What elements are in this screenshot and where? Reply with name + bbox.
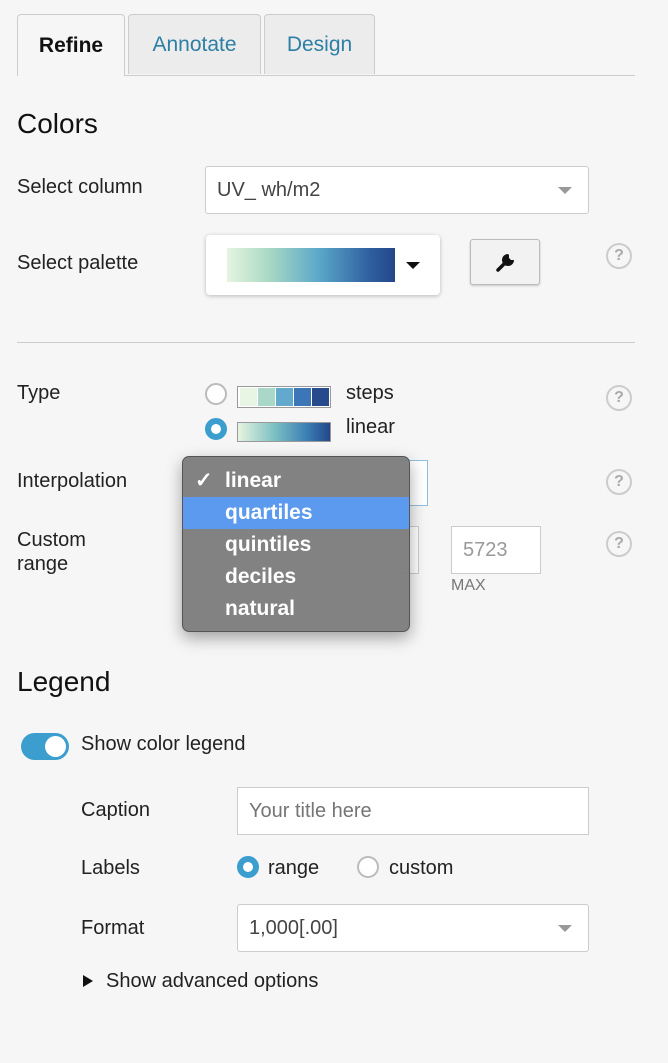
legend-heading: Legend bbox=[17, 666, 111, 697]
disclosure-triangle-icon[interactable] bbox=[83, 975, 93, 987]
select-palette-label: Select palette bbox=[17, 252, 139, 274]
menu-item-label: quintiles bbox=[225, 533, 312, 556]
labels-label: Labels bbox=[81, 857, 140, 879]
help-symbol: ? bbox=[614, 473, 624, 490]
palette-caret-icon bbox=[406, 262, 420, 269]
menu-item-quartiles[interactable]: quartiles bbox=[183, 497, 409, 529]
menu-item-label: linear bbox=[225, 469, 282, 492]
interpolation-dropdown-menu: ✓ linear quartiles quintiles deciles nat… bbox=[182, 456, 410, 632]
type-help-icon[interactable]: ? bbox=[606, 385, 632, 411]
palette-help-icon[interactable]: ? bbox=[606, 243, 632, 269]
caption-label: Caption bbox=[81, 799, 150, 821]
chevron-down-icon bbox=[558, 187, 572, 194]
colors-heading: Colors bbox=[17, 108, 98, 139]
max-label: MAX bbox=[451, 577, 486, 594]
tab-refine-label: Refine bbox=[38, 33, 104, 57]
menu-item-label: quartiles bbox=[225, 501, 313, 524]
menu-item-quintiles[interactable]: quintiles bbox=[183, 529, 409, 561]
help-symbol: ? bbox=[614, 247, 624, 264]
help-symbol: ? bbox=[614, 535, 624, 552]
type-linear-radio[interactable] bbox=[205, 418, 227, 440]
type-label: Type bbox=[17, 382, 61, 404]
tab-design-label: Design bbox=[286, 32, 353, 56]
select-column-label: Select column bbox=[17, 176, 143, 198]
interpolation-help-icon[interactable]: ? bbox=[606, 469, 632, 495]
labels-custom-radio[interactable] bbox=[357, 856, 379, 878]
toggle-knob bbox=[45, 736, 66, 757]
tab-design[interactable]: Design bbox=[264, 14, 375, 74]
palette-gradient-preview bbox=[227, 248, 395, 282]
show-legend-label: Show color legend bbox=[81, 733, 246, 755]
tab-refine[interactable]: Refine bbox=[17, 14, 125, 76]
tab-annotate[interactable]: Annotate bbox=[128, 14, 261, 74]
type-linear-label: linear bbox=[346, 416, 395, 438]
steps-swatch bbox=[312, 388, 329, 406]
checkmark-icon: ✓ bbox=[195, 469, 213, 492]
custom-range-help-icon[interactable]: ? bbox=[606, 531, 632, 557]
tab-bar: Refine Annotate Design bbox=[17, 14, 635, 76]
custom-range-label-line2: range bbox=[17, 553, 69, 575]
steps-swatch bbox=[258, 388, 275, 406]
select-column-value: UV_ wh/m2 bbox=[217, 178, 321, 201]
show-legend-toggle[interactable] bbox=[21, 733, 69, 760]
max-input-value: 5723 bbox=[463, 538, 508, 561]
interpolation-label: Interpolation bbox=[17, 470, 128, 492]
caption-input[interactable] bbox=[237, 787, 589, 835]
steps-swatch bbox=[276, 388, 293, 406]
labels-range-text: range bbox=[268, 857, 320, 879]
format-value: 1,000[.00] bbox=[249, 916, 338, 939]
menu-item-label: natural bbox=[225, 597, 296, 620]
menu-item-deciles[interactable]: deciles bbox=[183, 561, 409, 593]
format-label: Format bbox=[81, 917, 145, 939]
steps-swatch bbox=[240, 388, 257, 406]
format-dropdown[interactable]: 1,000[.00] bbox=[237, 904, 589, 952]
type-steps-label: steps bbox=[346, 382, 394, 404]
section-divider bbox=[17, 342, 635, 343]
chevron-down-icon bbox=[558, 925, 572, 932]
palette-settings-button[interactable] bbox=[470, 239, 540, 285]
select-column-dropdown[interactable]: UV_ wh/m2 bbox=[205, 166, 589, 214]
max-input[interactable]: 5723 bbox=[451, 526, 541, 574]
wrench-icon bbox=[496, 254, 514, 272]
palette-picker[interactable] bbox=[206, 235, 440, 295]
labels-custom-text: custom bbox=[389, 857, 454, 879]
linear-gradient-strip bbox=[237, 422, 331, 442]
custom-range-label-line1: Custom bbox=[17, 529, 86, 551]
menu-item-label: deciles bbox=[225, 565, 297, 588]
steps-swatch bbox=[294, 388, 311, 406]
type-steps-radio[interactable] bbox=[205, 383, 227, 405]
show-advanced-options[interactable]: Show advanced options bbox=[106, 970, 318, 993]
help-symbol: ? bbox=[614, 389, 624, 406]
steps-swatch-strip bbox=[237, 386, 331, 408]
labels-range-radio[interactable] bbox=[237, 856, 259, 878]
tab-annotate-label: Annotate bbox=[152, 32, 237, 56]
menu-item-natural[interactable]: natural bbox=[183, 593, 409, 625]
menu-item-linear[interactable]: ✓ linear bbox=[183, 465, 409, 497]
